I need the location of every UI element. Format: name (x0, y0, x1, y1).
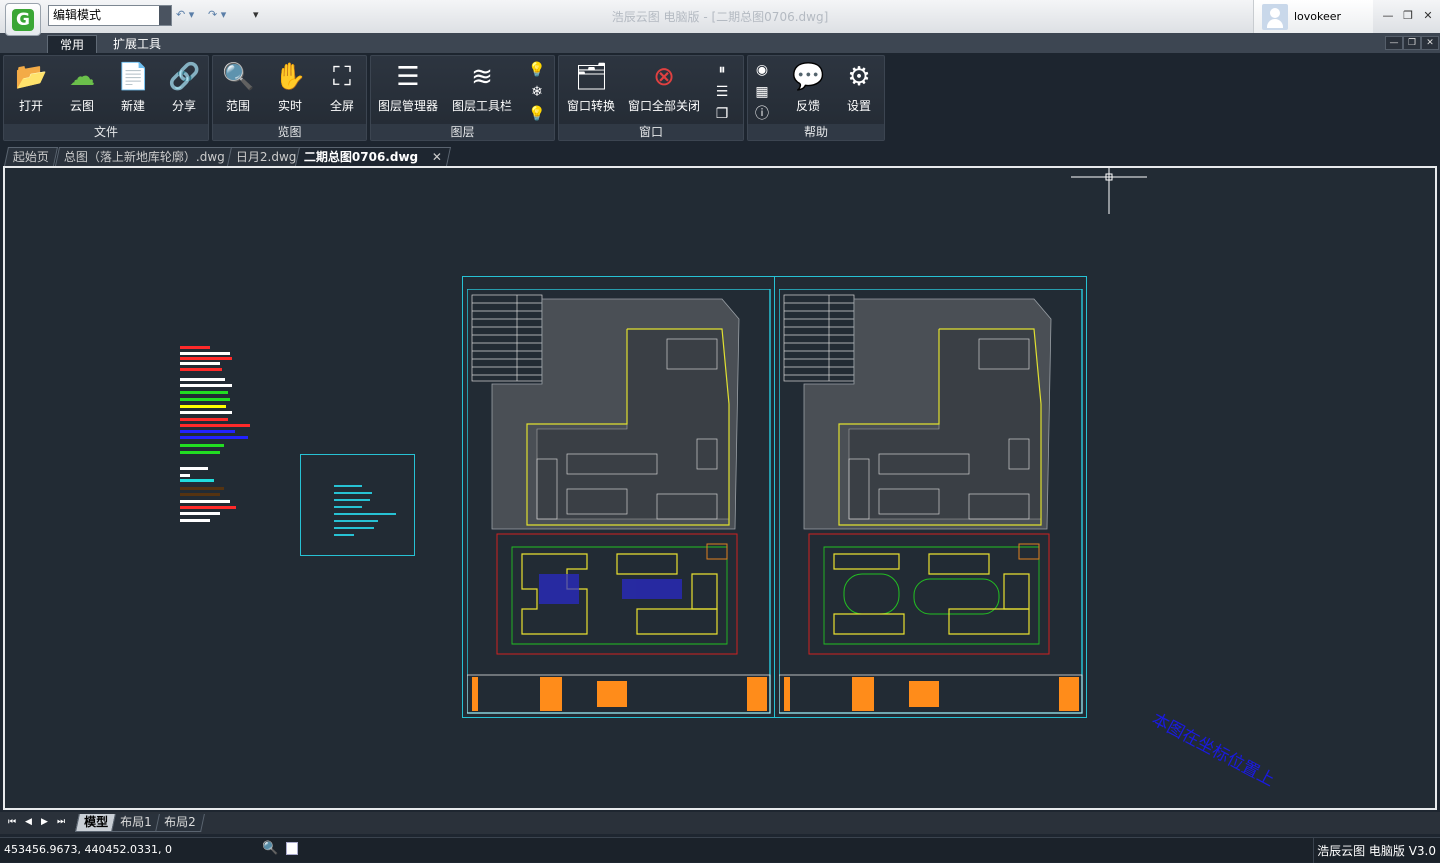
settings-button[interactable]: ⚙ 设置 (834, 60, 884, 114)
next-layout-icon[interactable]: ▶ (41, 817, 48, 827)
help-circle-icon[interactable]: ◉ (752, 60, 772, 80)
title-bar: G 编辑模式 ↶ ▾ ↷ ▾ ▾ 浩辰云图 电脑版 - [二期总图0706.dw… (0, 0, 1440, 36)
notes-text-lines (334, 485, 396, 536)
group-label-help: 帮助 (748, 124, 884, 140)
layer-legend (180, 346, 250, 522)
apps-grid-icon[interactable]: ▦ (752, 82, 772, 102)
doc-minimize-icon[interactable]: — (1385, 36, 1403, 50)
app-logo[interactable]: G (5, 3, 41, 36)
first-layout-icon[interactable]: ⏮ (8, 817, 16, 827)
layer-freeze-icon[interactable]: ❄ (527, 82, 547, 102)
last-layout-icon[interactable]: ⏭ (57, 817, 65, 827)
close-all-windows-button[interactable]: ⊗ 窗口全部关闭 (627, 60, 701, 114)
version-label: 浩辰云图 电脑版 V3.0 (1317, 844, 1436, 858)
drawing-sheet (462, 276, 1087, 718)
version-panel: 浩辰云图 电脑版 V3.0 (1313, 838, 1440, 863)
new-button[interactable]: 📄 新建 (108, 60, 158, 114)
feedback-button[interactable]: 💬 反馈 (783, 60, 833, 114)
prev-layout-icon[interactable]: ◀ (25, 817, 32, 827)
group-label-file: 文件 (4, 124, 208, 140)
tile-vertical-icon[interactable]: ⏸ (712, 60, 732, 80)
doc-close-icon[interactable]: ✕ (1421, 36, 1439, 50)
tile-horizontal-icon[interactable]: ☰ (712, 82, 732, 102)
share-button[interactable]: 🔗 分享 (159, 60, 209, 114)
fullscreen-icon: ⛶ (332, 62, 352, 92)
sheet-divider (774, 277, 775, 717)
status-bar: 453456.9673, 440452.0331, 0 🔍 浩辰云图 电脑版 V… (0, 837, 1440, 863)
sheet-icon[interactable] (286, 842, 298, 855)
cascade-icon[interactable]: ❐ (712, 104, 732, 124)
layer-manager-button[interactable]: ☰ 图层管理器 (377, 60, 439, 114)
group-label-view: 览图 (213, 124, 366, 140)
open-button[interactable]: 📂 打开 (6, 60, 56, 114)
group-label-window: 窗口 (559, 124, 743, 140)
extents-button[interactable]: 🔍 范围 (213, 60, 263, 114)
restore-icon[interactable]: ❐ (1398, 7, 1418, 25)
doc-tab-phase2[interactable]: 二期总图0706.dwg ✕ (294, 147, 452, 166)
window-switch-button[interactable]: 🗂 窗口转换 (563, 60, 619, 114)
drawing-canvas[interactable]: 本图在坐标位置上 (3, 166, 1437, 810)
window-switch-icon: 🗂 (575, 62, 609, 92)
layout-tab-1[interactable]: 布局1 (111, 814, 161, 832)
tab-common[interactable]: 常用 (47, 35, 98, 54)
document-tab-bar: 起始页 总图（落上新地库轮廓）.dwg 日月2.dwg 二期总图0706.dwg… (0, 144, 1440, 166)
cloud-button[interactable]: ☁ 云图 (57, 60, 107, 114)
username: lovokeer (1294, 10, 1342, 23)
realtime-button[interactable]: ✋ 实时 (265, 60, 315, 114)
info-icon[interactable]: ⓘ (752, 104, 772, 124)
cursor-coordinates: 453456.9673, 440452.0331, 0 (4, 843, 172, 856)
coordinate-annotation: 本图在坐标位置上 (1148, 709, 1278, 791)
user-account[interactable]: lovokeer (1253, 0, 1373, 33)
doc-tab-close-icon[interactable]: ✕ (432, 148, 442, 166)
layer-lock-icon[interactable]: 💡 (527, 104, 547, 124)
app-logo-icon: G (12, 9, 34, 31)
doc-restore-icon[interactable]: ❐ (1403, 36, 1421, 50)
site-plan-right (779, 289, 1083, 714)
new-file-icon: 📄 (117, 62, 150, 92)
measure-icon[interactable]: 🔍 (262, 841, 278, 856)
doc-tab-start[interactable]: 起始页 (3, 147, 59, 166)
layout-tab-bar: ⏮ ◀ ▶ ⏭ 模型 布局1 布局2 (0, 812, 1440, 834)
layer-toolbar-button[interactable]: ≋ 图层工具栏 (451, 60, 513, 114)
layer-manager-icon: ☰ (396, 62, 420, 92)
layer-on-icon[interactable]: 💡 (527, 60, 547, 80)
ribbon: 📂 打开 ☁ 云图 📄 新建 🔗 分享 文件 🔍 范围 ✋ 实时 ⛶ 全屏 览图… (0, 53, 1440, 144)
close-all-icon: ⊗ (653, 62, 675, 92)
crosshair-cursor-icon (1071, 168, 1147, 214)
doc-tab-riyue2[interactable]: 日月2.dwg (226, 147, 306, 166)
close-icon[interactable]: ✕ (1418, 7, 1438, 25)
feedback-icon: 💬 (792, 62, 825, 92)
gear-icon: ⚙ (847, 62, 871, 92)
notes-box (300, 454, 415, 556)
ribbon-group-file: 📂 打开 ☁ 云图 📄 新建 🔗 分享 文件 (3, 55, 209, 141)
layers-stack-icon: ≋ (471, 62, 493, 92)
cloud-sync-icon: ☁ (69, 62, 95, 92)
doc-tab-general-plan[interactable]: 总图（落上新地库轮廓）.dwg (54, 147, 234, 166)
pan-hand-icon: ✋ (274, 62, 307, 92)
ribbon-group-help: ◉ ▦ ⓘ 💬 反馈 ⚙ 设置 帮助 (747, 55, 885, 141)
ribbon-group-view: 🔍 范围 ✋ 实时 ⛶ 全屏 览图 (212, 55, 367, 141)
minimize-icon[interactable]: — (1378, 7, 1398, 25)
group-label-layer: 图层 (371, 124, 554, 140)
zoom-extents-icon: 🔍 (222, 62, 255, 92)
share-icon: 🔗 (168, 62, 201, 92)
ribbon-group-layer: ☰ 图层管理器 ≋ 图层工具栏 💡 ❄ 💡 图层 (370, 55, 555, 141)
site-plan-left (467, 289, 771, 714)
layout-tab-2[interactable]: 布局2 (155, 814, 205, 832)
fullscreen-button[interactable]: ⛶ 全屏 (317, 60, 367, 114)
ribbon-group-window: 🗂 窗口转换 ⊗ 窗口全部关闭 ⏸ ☰ ❐ 窗口 (558, 55, 744, 141)
avatar-icon (1262, 4, 1288, 30)
window-title: 浩辰云图 电脑版 - [二期总图0706.dwg] (611, 10, 829, 24)
open-folder-icon: 📂 (15, 62, 48, 92)
ribbon-tab-bar: 常用 扩展工具 — ❐ ✕ (0, 33, 1440, 54)
tab-extended-tools[interactable]: 扩展工具 (101, 35, 173, 54)
